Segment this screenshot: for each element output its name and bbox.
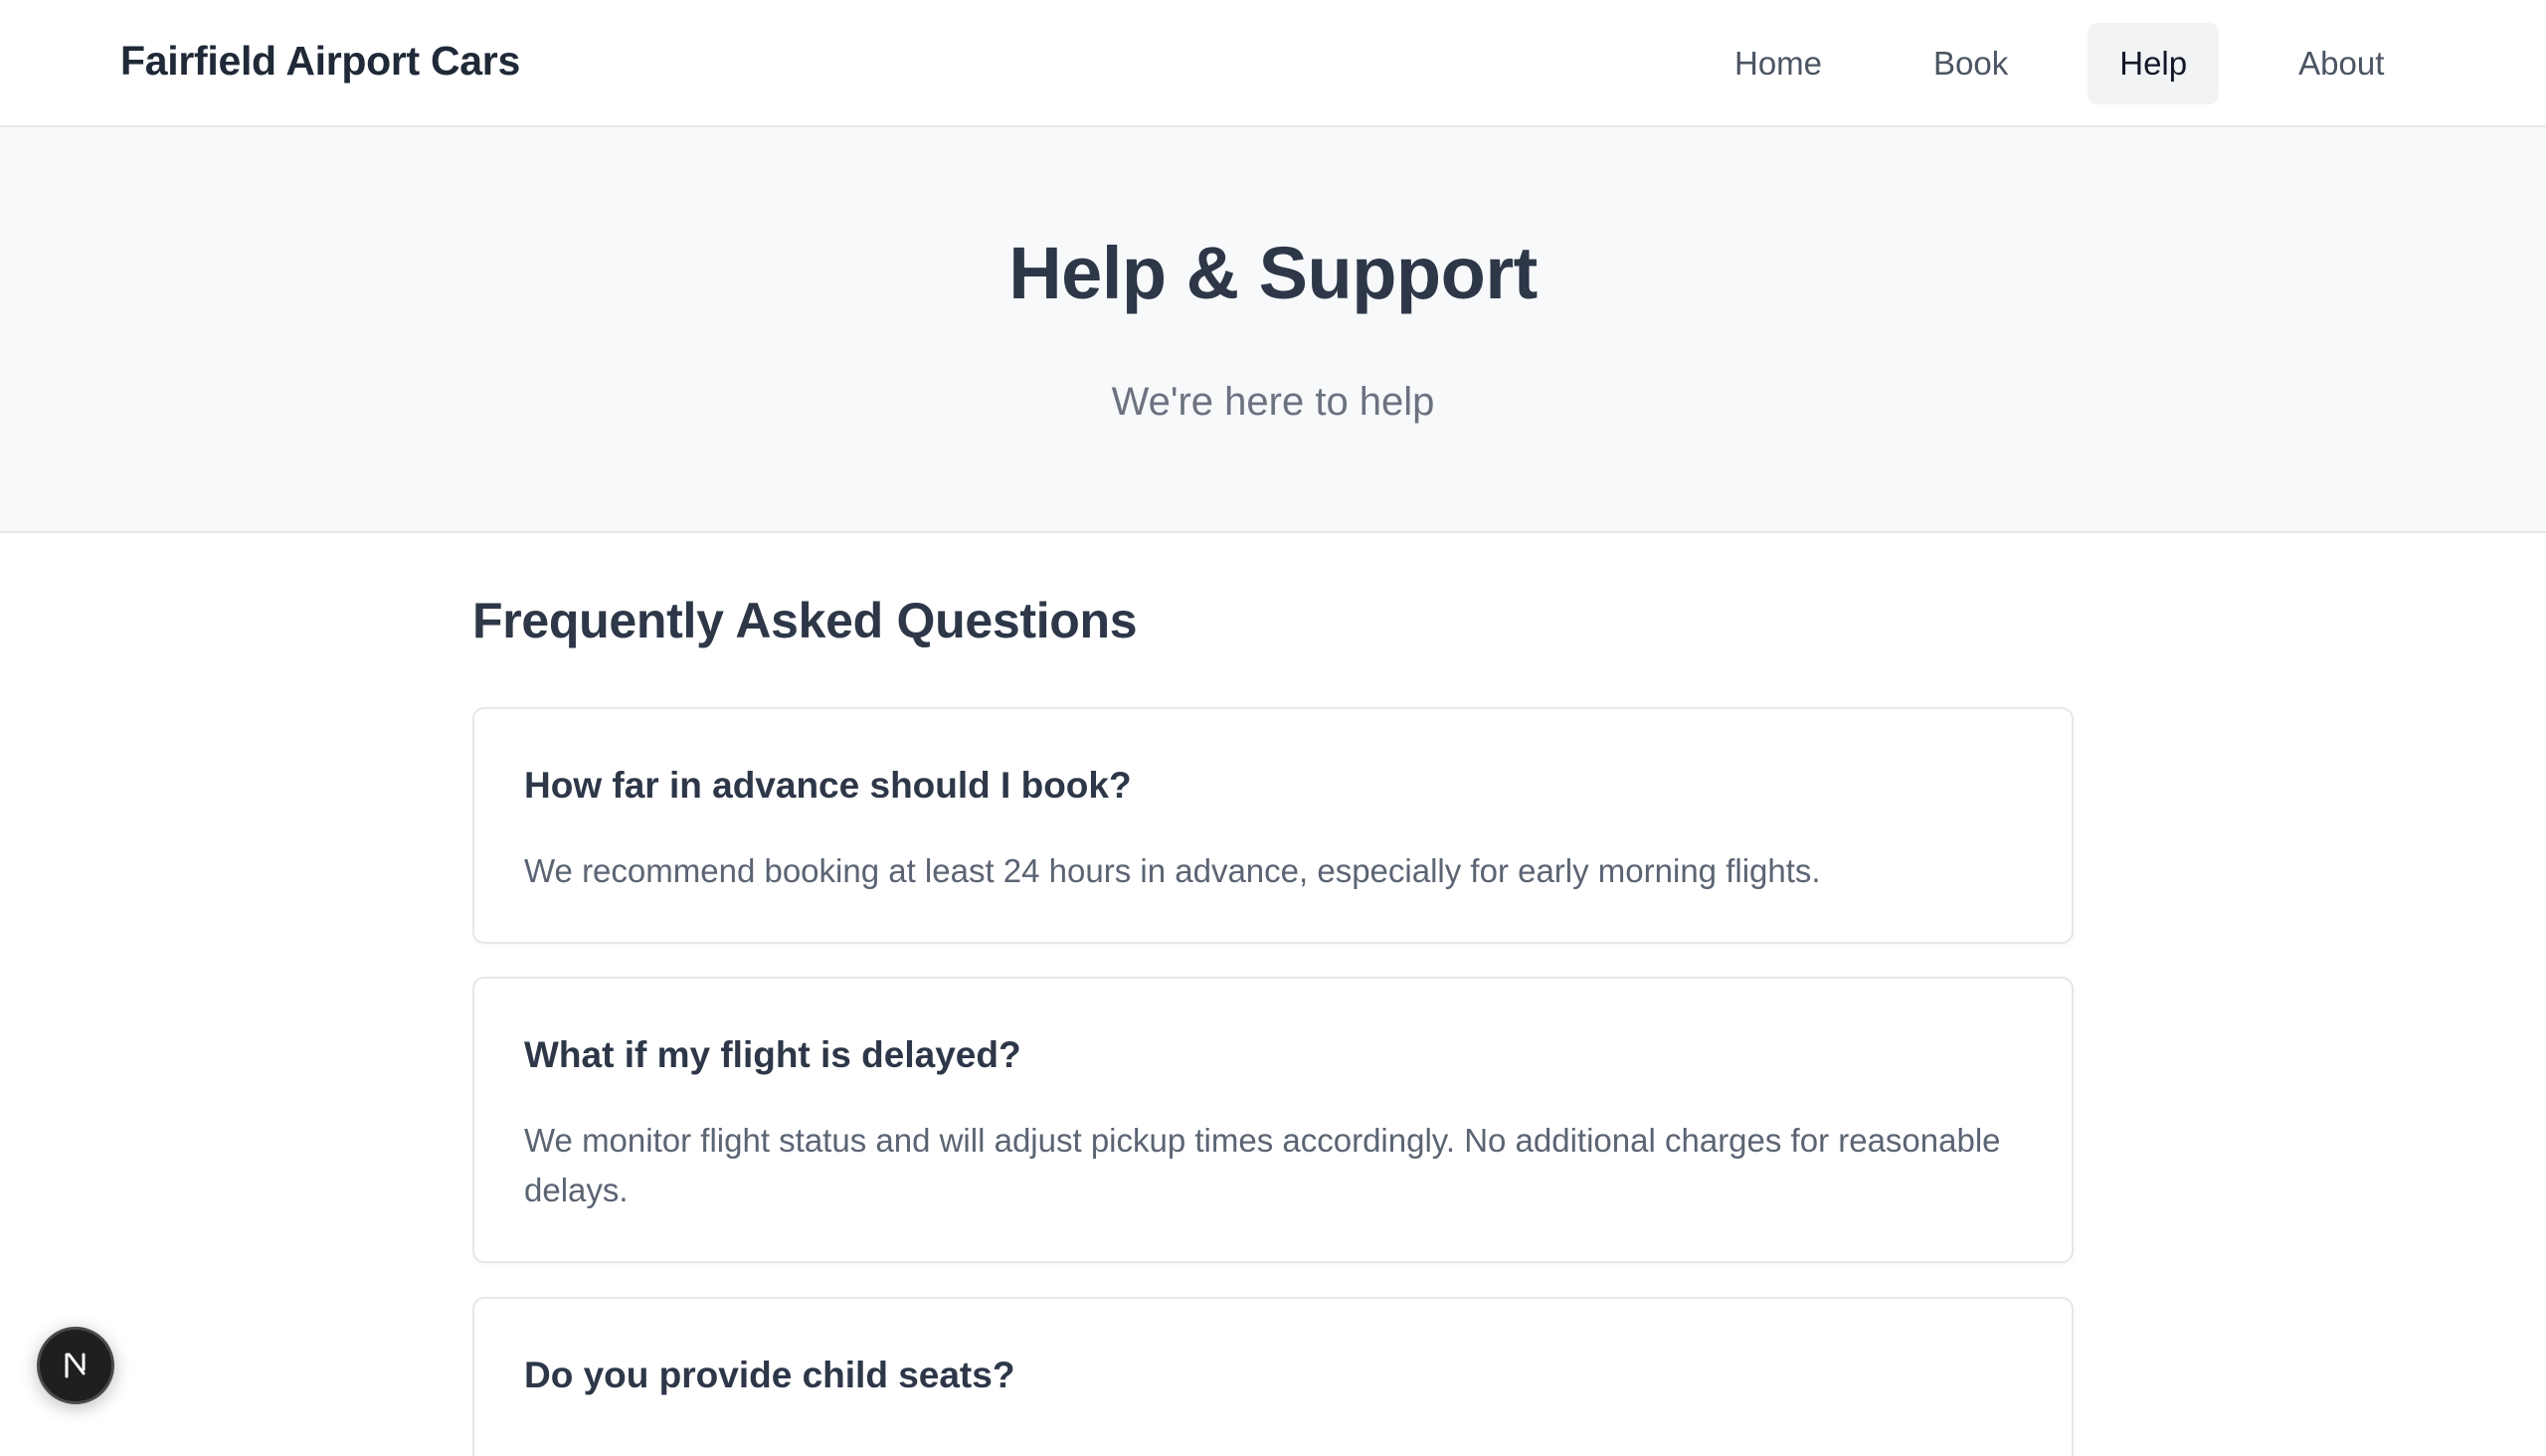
main-nav: Home Book Help About — [1703, 23, 2416, 104]
site-header: Fairfield Airport Cars Home Book Help Ab… — [0, 0, 2546, 127]
faq-item: What if my flight is delayed? We monitor… — [472, 977, 2074, 1263]
nextjs-logo-icon — [65, 1353, 86, 1378]
faq-question: What if my flight is delayed? — [524, 1034, 1021, 1075]
page-title: Help & Support — [1008, 232, 1538, 314]
faq-answer: We recommend booking at least 24 hours i… — [524, 852, 1821, 889]
hero-section: Help & Support We're here to help — [0, 127, 2546, 533]
page-subtitle: We're here to help — [1111, 380, 1435, 424]
faq-heading: Frequently Asked Questions — [472, 593, 1138, 648]
site-logo-link[interactable]: Fairfield Airport Cars — [120, 38, 520, 85]
nav-link-help[interactable]: Help — [2088, 23, 2220, 104]
faq-question: Do you provide child seats? — [524, 1355, 1015, 1395]
nav-link-home[interactable]: Home — [1703, 23, 1854, 104]
faq-question: How far in advance should I book? — [524, 765, 1132, 806]
faq-item: Do you provide child seats? — [472, 1297, 2074, 1456]
nav-link-book[interactable]: Book — [1902, 23, 2040, 104]
nav-link-about[interactable]: About — [2267, 23, 2416, 104]
faq-answer: We monitor flight status and will adjust… — [524, 1122, 2001, 1208]
dev-tools-button[interactable] — [37, 1327, 114, 1404]
faq-item: How far in advance should I book? We rec… — [472, 707, 2074, 944]
